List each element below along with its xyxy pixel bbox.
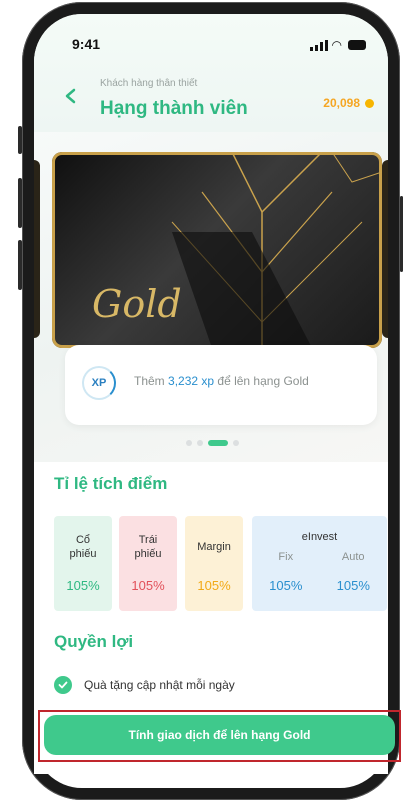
carousel-indicator (186, 440, 239, 446)
rate-label-line1: Cổ (75, 534, 91, 546)
rate-label: eInvest (301, 531, 338, 543)
rate-value: 105% (197, 578, 231, 593)
einvest-fix-value: 105% (269, 578, 303, 593)
xp-progress-text: Thêm 3,232 xp để lên hạng Gold (134, 374, 309, 388)
rate-value: 105% (66, 578, 100, 593)
carousel-dot[interactable] (233, 440, 239, 446)
rate-value: 105% (131, 578, 165, 593)
rate-label-line2: phiếu (134, 548, 162, 560)
benefit-label: Quà tặng cập nhật mỗi ngày (84, 678, 235, 692)
benefit-item: Quà tặng cập nhật mỗi ngày (54, 676, 235, 694)
volume-down-button (18, 240, 22, 290)
xp-amount: 3,232 xp (168, 374, 215, 388)
xp-text-suffix: để lên hạng Gold (214, 374, 309, 388)
gold-tier-card[interactable]: Gold (52, 152, 382, 348)
coin-icon (365, 98, 374, 108)
volume-up-button (18, 178, 22, 228)
upgrade-info-button[interactable]: Tính giao dịch để lên hạng Gold (44, 715, 395, 755)
benefits-section-title: Quyền lợi (54, 632, 134, 651)
wifi-icon: ◠ (331, 38, 342, 52)
rate-label-line2: phiếu (69, 548, 97, 560)
rate-card-einvest: eInvest Fix Auto 105% 105% (252, 516, 387, 611)
rate-card-margin: Margin 105% (185, 516, 243, 611)
check-icon (54, 676, 72, 694)
back-arrow-icon[interactable] (64, 88, 78, 104)
rate-card-trai-phieu: Trái phiếu 105% (119, 516, 177, 611)
status-bar: 9:41 ◠ (72, 36, 366, 56)
carousel-dot-active[interactable] (208, 440, 228, 446)
previous-card-peek[interactable] (34, 160, 40, 338)
rate-card-co-phieu: Cổ phiếu 105% (54, 516, 112, 611)
card-tier-name: Gold (92, 282, 182, 326)
silent-switch (18, 126, 22, 154)
signal-icon (310, 40, 328, 51)
carousel-dot[interactable] (186, 440, 192, 446)
header-subtitle: Khách hàng thân thiết (100, 78, 198, 89)
points-balance[interactable]: 20,098 (323, 96, 374, 110)
status-time: 9:41 (72, 36, 101, 52)
einvest-fix-label: Fix (278, 551, 294, 563)
xp-text-prefix: Thêm (134, 374, 169, 388)
xp-badge: XP (82, 366, 116, 400)
carousel-dot[interactable] (197, 440, 203, 446)
page-title: Hạng thành viên (100, 98, 248, 119)
points-value: 20,098 (323, 96, 360, 110)
battery-icon (348, 40, 366, 50)
einvest-auto-value: 105% (336, 578, 370, 593)
rate-label: Margin (197, 541, 231, 553)
rates-section-title: Tỉ lệ tích điểm (54, 474, 168, 493)
einvest-auto-label: Auto (341, 551, 365, 563)
rate-label-line1: Trái (138, 534, 158, 546)
next-card-peek[interactable] (382, 160, 388, 338)
